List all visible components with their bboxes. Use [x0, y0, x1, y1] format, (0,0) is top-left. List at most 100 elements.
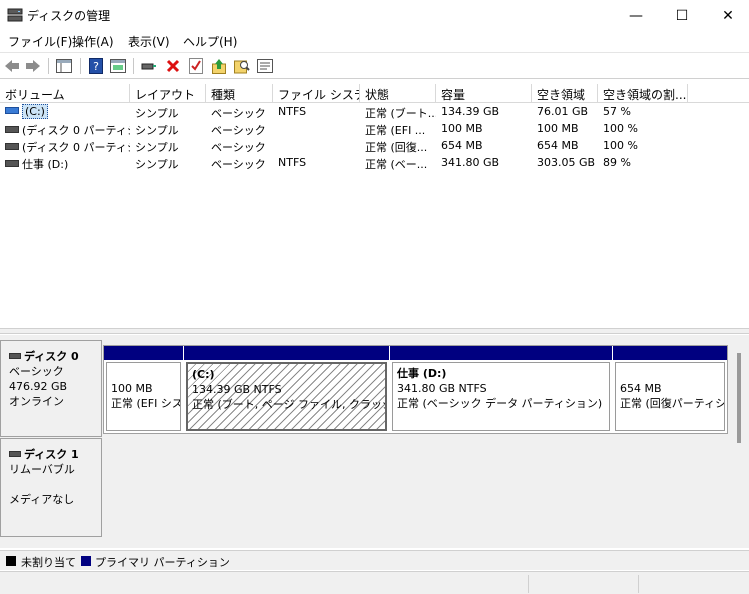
- settings-list-icon[interactable]: [256, 57, 274, 75]
- status-bar: [0, 571, 749, 594]
- table-row[interactable]: 仕事 (D:) シンプル ベーシック NTFS 正常 (ベー... 341.80…: [0, 155, 749, 172]
- volume-free-space: 76.01 GB: [537, 105, 589, 118]
- volume-name: (C:): [22, 104, 48, 119]
- column-header-layout[interactable]: レイアウト: [130, 84, 206, 102]
- console-tree-icon[interactable]: [109, 57, 127, 75]
- disk-layout-pane: ディスク 0 ベーシック 476.92 GB オンライン 100 MB 正常 (…: [0, 335, 749, 548]
- menu-file[interactable]: ファイル(F): [8, 33, 72, 50]
- delete-icon[interactable]: [164, 57, 182, 75]
- partition-header: [104, 346, 183, 360]
- volume-layout: シンプル: [135, 158, 179, 171]
- volume-capacity: 100 MB: [441, 122, 483, 135]
- partition-title: [111, 366, 176, 381]
- properties-pane-icon[interactable]: [55, 57, 73, 75]
- partition-status: 正常 (ベーシック データ パーティション): [397, 397, 603, 410]
- menu-bar: ファイル(F) 操作(A) 表示(V) ヘルプ(H): [0, 31, 749, 51]
- forward-icon[interactable]: [24, 57, 42, 75]
- legend-primary-partition: プライマリ パーティション: [95, 556, 230, 569]
- close-icon: ✕: [722, 7, 734, 24]
- partition-status: 正常 (ブート, ページ ファイル, クラッシュ ダン: [192, 398, 385, 411]
- primary-partition-swatch: [81, 556, 91, 566]
- column-header-type[interactable]: 種類: [206, 84, 273, 102]
- volume-icon: [5, 126, 19, 133]
- partition-efi[interactable]: 100 MB 正常 (EFI シス: [104, 346, 183, 433]
- disk-management-window: ディスクの管理 — ☐ ✕ ファイル(F) 操作(A) 表示(V) ヘルプ(H)…: [0, 0, 749, 594]
- partition-header: [390, 346, 612, 360]
- checklist-icon[interactable]: [187, 57, 205, 75]
- menu-action[interactable]: 操作(A): [72, 33, 114, 50]
- volume-layout: シンプル: [135, 124, 179, 137]
- volume-icon: [5, 107, 19, 114]
- search-folder-icon[interactable]: [233, 57, 251, 75]
- legend-unallocated: 未割り当て: [21, 556, 76, 569]
- volume-status: 正常 (ブート...: [365, 107, 436, 120]
- partition-recovery[interactable]: 654 MB 正常 (回復パーティシ: [613, 346, 727, 433]
- disk-state: オンライン: [9, 395, 64, 408]
- menu-help[interactable]: ヘルプ(H): [183, 33, 237, 50]
- table-row[interactable]: (ディスク 0 パーティシ... シンプル ベーシック 正常 (回復... 65…: [0, 138, 749, 155]
- up-arrow-icon[interactable]: [210, 57, 228, 75]
- column-header-free-space[interactable]: 空き領域: [532, 84, 598, 102]
- partition-header: [184, 346, 389, 360]
- title-bar: ディスクの管理 — ☐ ✕: [0, 0, 749, 31]
- svg-text:?: ?: [93, 60, 99, 73]
- volume-type: ベーシック: [211, 124, 266, 137]
- volume-type: ベーシック: [211, 141, 266, 154]
- partition-c[interactable]: (C:) 134.39 GB NTFS 正常 (ブート, ページ ファイル, ク…: [184, 346, 389, 433]
- volume-status: 正常 (回復...: [365, 141, 428, 154]
- disk-1-label[interactable]: ディスク 1 リムーバブル メディアなし: [0, 438, 102, 537]
- partition-title: [620, 366, 720, 381]
- minimize-icon: —: [629, 7, 643, 24]
- disk-icon: [9, 353, 21, 359]
- minimize-button[interactable]: —: [613, 0, 659, 31]
- partition-d[interactable]: 仕事 (D:) 341.80 GB NTFS 正常 (ベーシック データ パーテ…: [390, 346, 612, 433]
- menu-view[interactable]: 表示(V): [128, 33, 170, 50]
- column-header-status[interactable]: 状態: [360, 84, 436, 102]
- connect-icon[interactable]: [140, 57, 158, 75]
- toolbar-separator: [48, 58, 49, 74]
- disk-media: メディアなし: [9, 493, 75, 506]
- volume-percent-free: 57 %: [603, 105, 631, 118]
- column-header-volume[interactable]: ボリューム: [0, 84, 130, 102]
- partition-title: 仕事 (D:): [397, 367, 447, 380]
- maximize-button[interactable]: ☐: [659, 0, 705, 31]
- toolbar: ?: [0, 52, 749, 79]
- partition-status: 正常 (EFI シス: [111, 397, 181, 410]
- volume-type: ベーシック: [211, 158, 266, 171]
- partition-size: 654 MB: [620, 382, 662, 395]
- partition-status: 正常 (回復パーティシ: [620, 397, 725, 410]
- pane-splitter[interactable]: [0, 328, 749, 334]
- column-header-percent-free[interactable]: 空き領域の割...: [598, 84, 688, 102]
- volume-filesystem: NTFS: [278, 105, 307, 118]
- volume-free-space: 303.05 GB: [537, 156, 596, 169]
- table-row[interactable]: (C:) シンプル ベーシック NTFS 正常 (ブート... 134.39 G…: [0, 104, 749, 121]
- toolbar-separator: [80, 58, 81, 74]
- volume-list-header: ボリューム レイアウト 種類 ファイル システム 状態 容量 空き領域 空き領域…: [0, 84, 749, 103]
- disk-icon: [9, 451, 21, 457]
- disk-kind: リムーバブル: [9, 463, 75, 476]
- column-header-filesystem[interactable]: ファイル システム: [273, 84, 360, 102]
- disk-1-area: [103, 438, 749, 537]
- window-title: ディスクの管理: [27, 9, 111, 23]
- volume-capacity: 654 MB: [441, 139, 483, 152]
- volume-status: 正常 (ベー...: [365, 158, 428, 171]
- volume-name: 仕事 (D:): [22, 158, 69, 171]
- volume-free-space: 654 MB: [537, 139, 579, 152]
- partition-size: 134.39 GB NTFS: [192, 383, 282, 396]
- legend: 未割り当て プライマリ パーティション: [0, 550, 749, 570]
- disk-size: 476.92 GB: [9, 380, 68, 393]
- volume-layout: シンプル: [135, 141, 179, 154]
- column-header-capacity[interactable]: 容量: [436, 84, 532, 102]
- close-button[interactable]: ✕: [705, 0, 749, 31]
- help-icon[interactable]: ?: [87, 57, 105, 75]
- volume-filesystem: [273, 121, 360, 138]
- disk-0-label[interactable]: ディスク 0 ベーシック 476.92 GB オンライン: [0, 340, 102, 437]
- table-row[interactable]: (ディスク 0 パーティシ... シンプル ベーシック 正常 (EFI ... …: [0, 121, 749, 138]
- back-icon[interactable]: [3, 57, 21, 75]
- vertical-scrollbar[interactable]: [737, 353, 741, 443]
- toolbar-separator: [133, 58, 134, 74]
- volume-capacity: 134.39 GB: [441, 105, 500, 118]
- volume-status: 正常 (EFI ...: [365, 124, 426, 137]
- disk-name: ディスク 0: [24, 350, 79, 363]
- partition-header: [613, 346, 727, 360]
